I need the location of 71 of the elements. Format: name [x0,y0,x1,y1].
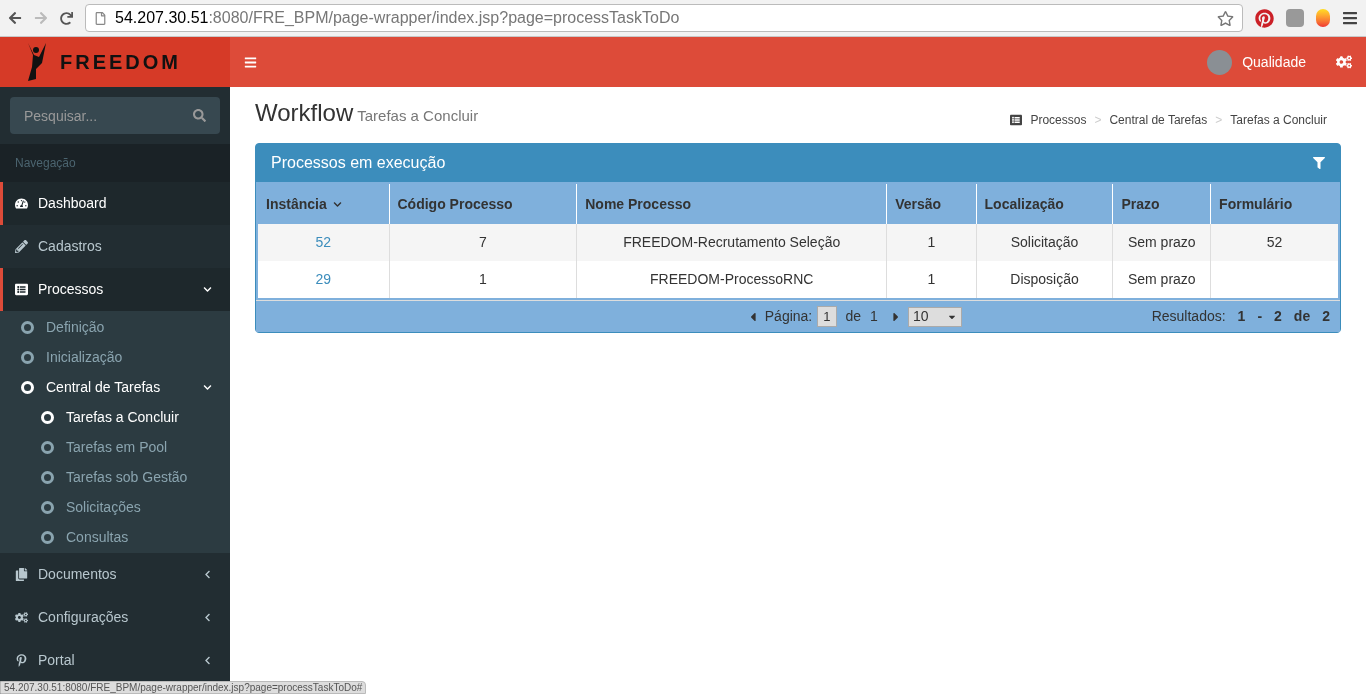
table-cell: 1 [886,261,977,298]
status-url: 54.207.30.51:8080/FRE_BPM/page-wrapper/index.jsp?page=processTaskToDo# [0,681,367,694]
user-name[interactable]: Qualidade [1242,51,1306,73]
nav-item[interactable]: Processos [0,268,230,311]
menu-icon[interactable] [1342,10,1358,26]
nav-subitem[interactable]: Solicitações [0,492,230,522]
pin-icon [15,654,28,667]
search-field[interactable]: Pesquisar... [10,97,220,134]
page-subtitle: Tarefas a Concluir [357,106,479,126]
chevron-down-icon [203,285,212,294]
results-text: - [1257,307,1263,326]
chevron-left-icon [203,613,212,622]
url-text: 54.207.30.51:8080/FRE_BPM/page-wrapper/index.jsp?page=processTaskToDo [115,8,681,28]
back-icon[interactable] [8,11,22,25]
pencil-icon [15,240,28,253]
results-label: Resultados: [1151,307,1226,326]
nav-subitem[interactable]: Consultas [0,522,230,552]
reload-icon[interactable] [60,11,73,25]
pager-of: de [845,307,862,326]
page-title: Workflow [255,98,354,128]
filter-icon[interactable] [1313,157,1325,169]
pinterest-icon[interactable] [1255,8,1274,28]
table-cell: 1 [389,261,577,298]
nav-item[interactable]: Documentos [0,553,230,596]
nav-item[interactable]: Cadastros [0,225,230,268]
page-input[interactable]: 1 [817,305,837,328]
nav-subitem[interactable]: Tarefas a Concluir [0,402,230,432]
sort-icon [332,200,342,210]
nav-item[interactable]: Dashboard [0,182,230,225]
page-size-select[interactable]: 10 [907,306,962,327]
chevron-left-icon [203,656,212,665]
search-icon[interactable] [193,109,206,122]
dashboard-icon [15,197,28,210]
address-bar[interactable]: 54.207.30.51:8080/FRE_BPM/page-wrapper/index.jsp?page=processTaskToDo [85,4,1243,32]
list-icon [1010,114,1023,126]
results-text: 2 [1274,307,1282,326]
copy-icon [15,568,28,581]
instance-link[interactable]: 29 [258,261,389,298]
logo-text: FREEDOM [60,50,181,75]
chevron-left-icon [203,570,212,579]
settings-icon[interactable] [1336,54,1352,70]
nav-subitem[interactable]: Definição [0,312,230,342]
menu-icon[interactable] [244,55,257,69]
results-text: de [1293,307,1311,326]
table-cell: Sem prazo [1113,261,1211,298]
breadcrumb-link[interactable]: Processos [1030,111,1087,129]
star-icon[interactable] [1217,9,1234,27]
total-pages: 1 [870,307,878,326]
nav-subitem[interactable]: Tarefas sob Gestão [0,462,230,492]
breadcrumb-separator: > [1094,112,1102,129]
panel-title: Processos em execução [271,153,447,173]
chevron-down-icon [203,382,212,392]
gears-icon [15,611,28,624]
breadcrumb-link[interactable]: Central de Tarefas [1109,111,1208,129]
nav-section-header: Navegação [0,144,230,182]
flame-icon[interactable] [1316,9,1330,27]
list-icon [15,283,28,296]
page-icon [94,11,107,25]
column-header[interactable]: Formulário [1210,184,1338,224]
table-cell: Disposição [976,261,1113,298]
nav-subitem[interactable]: Inicialização [0,342,230,372]
nav-item[interactable]: Configurações [0,596,230,639]
nav-subitem[interactable]: Tarefas em Pool [0,432,230,462]
table-cell: FREEDOM-ProcessoRNC [576,261,887,298]
pager-label: Página: [764,307,813,326]
table-cell: 52 [1210,224,1338,261]
results-text: 2 [1322,307,1330,326]
breadcrumb-separator: > [1215,112,1223,129]
results-text: 1 [1237,307,1246,326]
nav-item[interactable]: Portal [0,639,230,682]
nav-subitem[interactable]: Central de Tarefas [0,372,230,402]
